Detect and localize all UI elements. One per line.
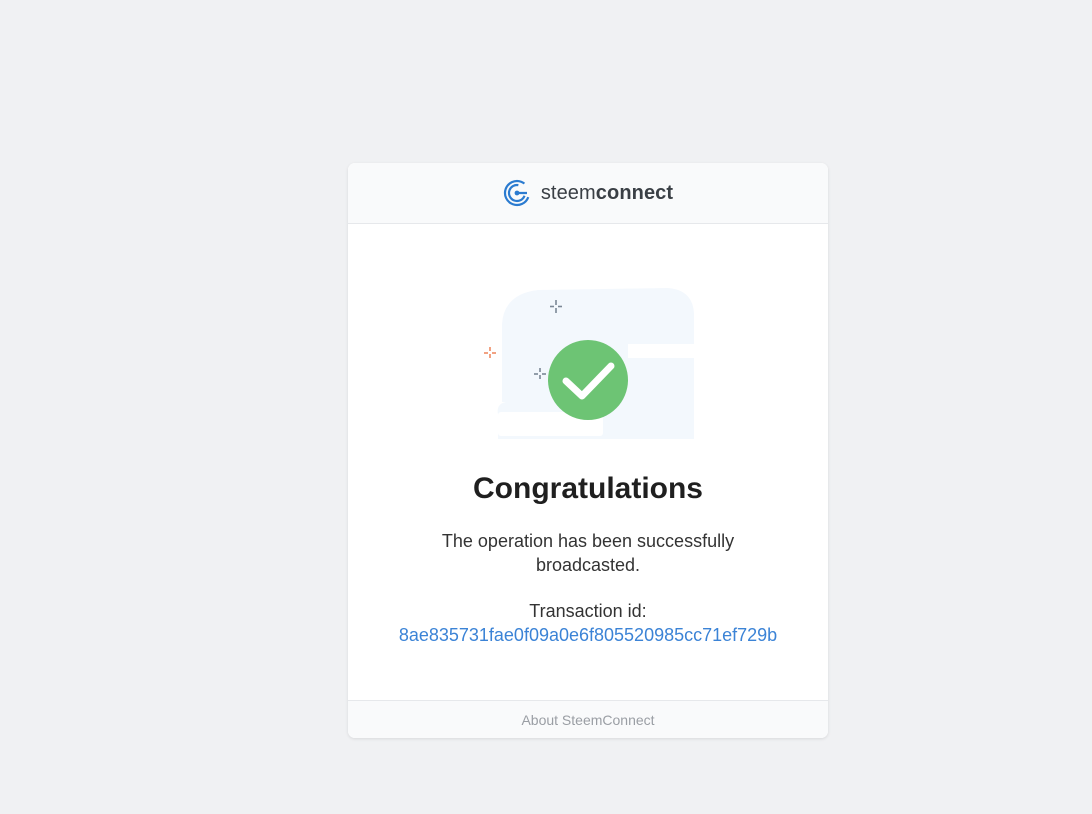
brand-name-bold: connect bbox=[595, 181, 674, 204]
brand-name-light: steem bbox=[540, 181, 596, 204]
about-steemconnect-link[interactable]: About SteemConnect bbox=[521, 712, 654, 728]
sparkle-icon bbox=[484, 347, 496, 358]
transaction-id-label: Transaction id: bbox=[529, 601, 647, 621]
card-footer: About SteemConnect bbox=[348, 700, 828, 738]
steemconnect-logo-icon bbox=[503, 179, 530, 207]
transaction-id-link[interactable]: 8ae835731fae0f09a0e6f805520985cc71ef729b bbox=[348, 625, 828, 646]
success-checkmark-icon bbox=[484, 288, 698, 439]
brand-name: steemconnect bbox=[541, 182, 673, 205]
status-message: The operation has been successfully broa… bbox=[441, 531, 735, 575]
page-title: Congratulations bbox=[473, 472, 703, 505]
success-card: steemconnect Congratulations The operati… bbox=[348, 163, 828, 738]
card-body: Congratulations The operation has been s… bbox=[348, 224, 828, 700]
card-header: steemconnect bbox=[348, 163, 828, 224]
